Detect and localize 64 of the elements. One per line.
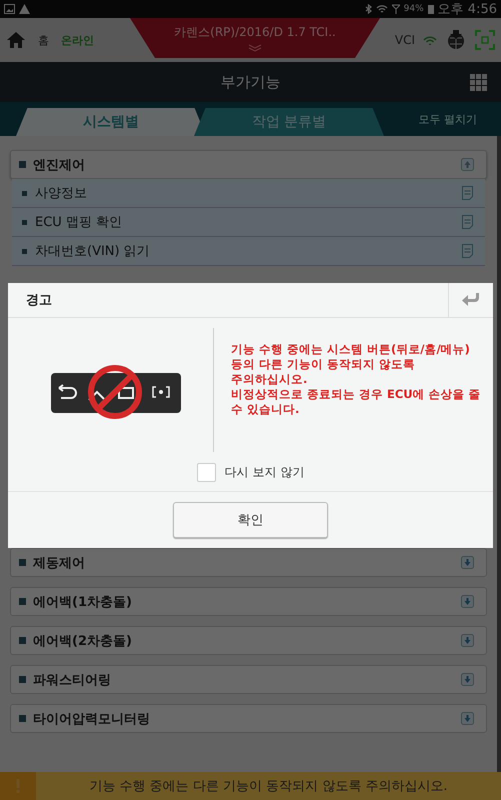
warning-message: 기능 수행 중에는 시스템 버튼(뒤로/홈/메뉴) 등의 다른 기능이 동작되지 않도록 주의하십시오. 비정상적으로 종료되는 경우 ECU에 손상을 줄 수 있습니다. bbox=[230, 341, 481, 418]
wifi-icon bbox=[376, 4, 388, 14]
clock-time: 오후 4:56 bbox=[438, 1, 497, 18]
bullet-icon bbox=[19, 676, 26, 683]
group-row[interactable]: 엔진제어 bbox=[10, 150, 487, 179]
group-row[interactable]: 에어백(2차충돌) bbox=[10, 626, 487, 655]
confirm-button[interactable]: 확인 bbox=[173, 502, 328, 538]
connection-status: 온라인 bbox=[61, 32, 94, 48]
chevron-down-icon bbox=[248, 44, 262, 52]
dialog-title: 경고 bbox=[26, 292, 53, 309]
home-label[interactable]: 홈 bbox=[38, 32, 49, 48]
image-notification-icon bbox=[4, 4, 15, 14]
group-label: 제동제어 bbox=[33, 554, 86, 572]
expand-icon[interactable] bbox=[461, 595, 474, 608]
sub-item-label: 사양정보 bbox=[35, 185, 88, 202]
vehicle-selector[interactable]: 카렌스(RP)/2016/D 1.7 TCI.. bbox=[130, 18, 380, 58]
battery-icon bbox=[428, 4, 434, 14]
bullet-icon bbox=[22, 220, 27, 224]
group-label: 에어백(2차충돌) bbox=[33, 632, 133, 650]
bullet-icon bbox=[22, 248, 27, 254]
vci-signal-icon bbox=[423, 35, 437, 45]
sub-item-label: 차대번호(VIN) 읽기 bbox=[35, 243, 151, 260]
group-label: 에어백(1차충돌) bbox=[33, 594, 133, 610]
battery-percentage: 94% bbox=[404, 4, 424, 14]
bullet-icon bbox=[19, 161, 26, 168]
document-icon[interactable] bbox=[462, 244, 473, 258]
sub-item-row[interactable]: 사양정보 bbox=[12, 179, 485, 208]
checkbox-label: 다시 보지 않기 bbox=[224, 464, 304, 480]
group-label: 엔진제어 bbox=[33, 156, 86, 174]
signal-icon bbox=[392, 4, 400, 14]
sub-item-row[interactable]: ECU 맵핑 확인 bbox=[12, 208, 485, 237]
group-row[interactable]: 타이어압력모니터링 bbox=[10, 704, 487, 733]
grid-menu-icon[interactable] bbox=[470, 74, 487, 91]
back-arrow-icon bbox=[462, 293, 480, 307]
group-row[interactable]: 에어백(1차충돌) bbox=[10, 587, 487, 616]
sub-item-label: ECU 맵핑 확인 bbox=[35, 214, 124, 231]
bullet-icon bbox=[19, 637, 26, 644]
expand-icon[interactable] bbox=[461, 634, 474, 647]
expand-icon[interactable] bbox=[461, 712, 474, 725]
tab[interactable]: 작업 분류별 bbox=[194, 108, 384, 136]
bullet-icon bbox=[22, 190, 27, 196]
bullet-icon bbox=[19, 598, 26, 605]
bluetooth-icon bbox=[364, 4, 372, 14]
group-label: 파워스티어링 bbox=[33, 672, 112, 688]
expand-icon[interactable] bbox=[461, 673, 474, 686]
home-icon[interactable] bbox=[6, 31, 26, 49]
warning-text: 기능 수행 중에는 다른 기능이 동작되지 않도록 주의하십시오. bbox=[88, 778, 449, 795]
globe-download-icon[interactable] bbox=[445, 30, 467, 50]
checkbox[interactable] bbox=[196, 462, 216, 482]
expand-all-button[interactable]: 모두 펼치기 bbox=[418, 112, 477, 126]
sub-item-row[interactable]: 차대번호(VIN) 읽기 bbox=[12, 237, 485, 266]
scan-frame-icon[interactable] bbox=[475, 30, 495, 50]
page-title: 부가기능 bbox=[220, 72, 280, 92]
expand-icon[interactable] bbox=[461, 556, 474, 569]
document-icon[interactable] bbox=[462, 186, 473, 200]
document-icon[interactable] bbox=[462, 215, 473, 229]
group-label: 타이어압력모니터링 bbox=[33, 710, 151, 728]
bullet-icon bbox=[19, 715, 26, 722]
warning-icon bbox=[19, 4, 30, 14]
vci-label: VCI bbox=[394, 33, 415, 47]
group-row[interactable]: 제동제어 bbox=[10, 548, 487, 577]
collapse-icon[interactable] bbox=[461, 158, 474, 171]
bullet-icon bbox=[19, 559, 26, 566]
group-row[interactable]: 파워스티어링 bbox=[10, 665, 487, 694]
